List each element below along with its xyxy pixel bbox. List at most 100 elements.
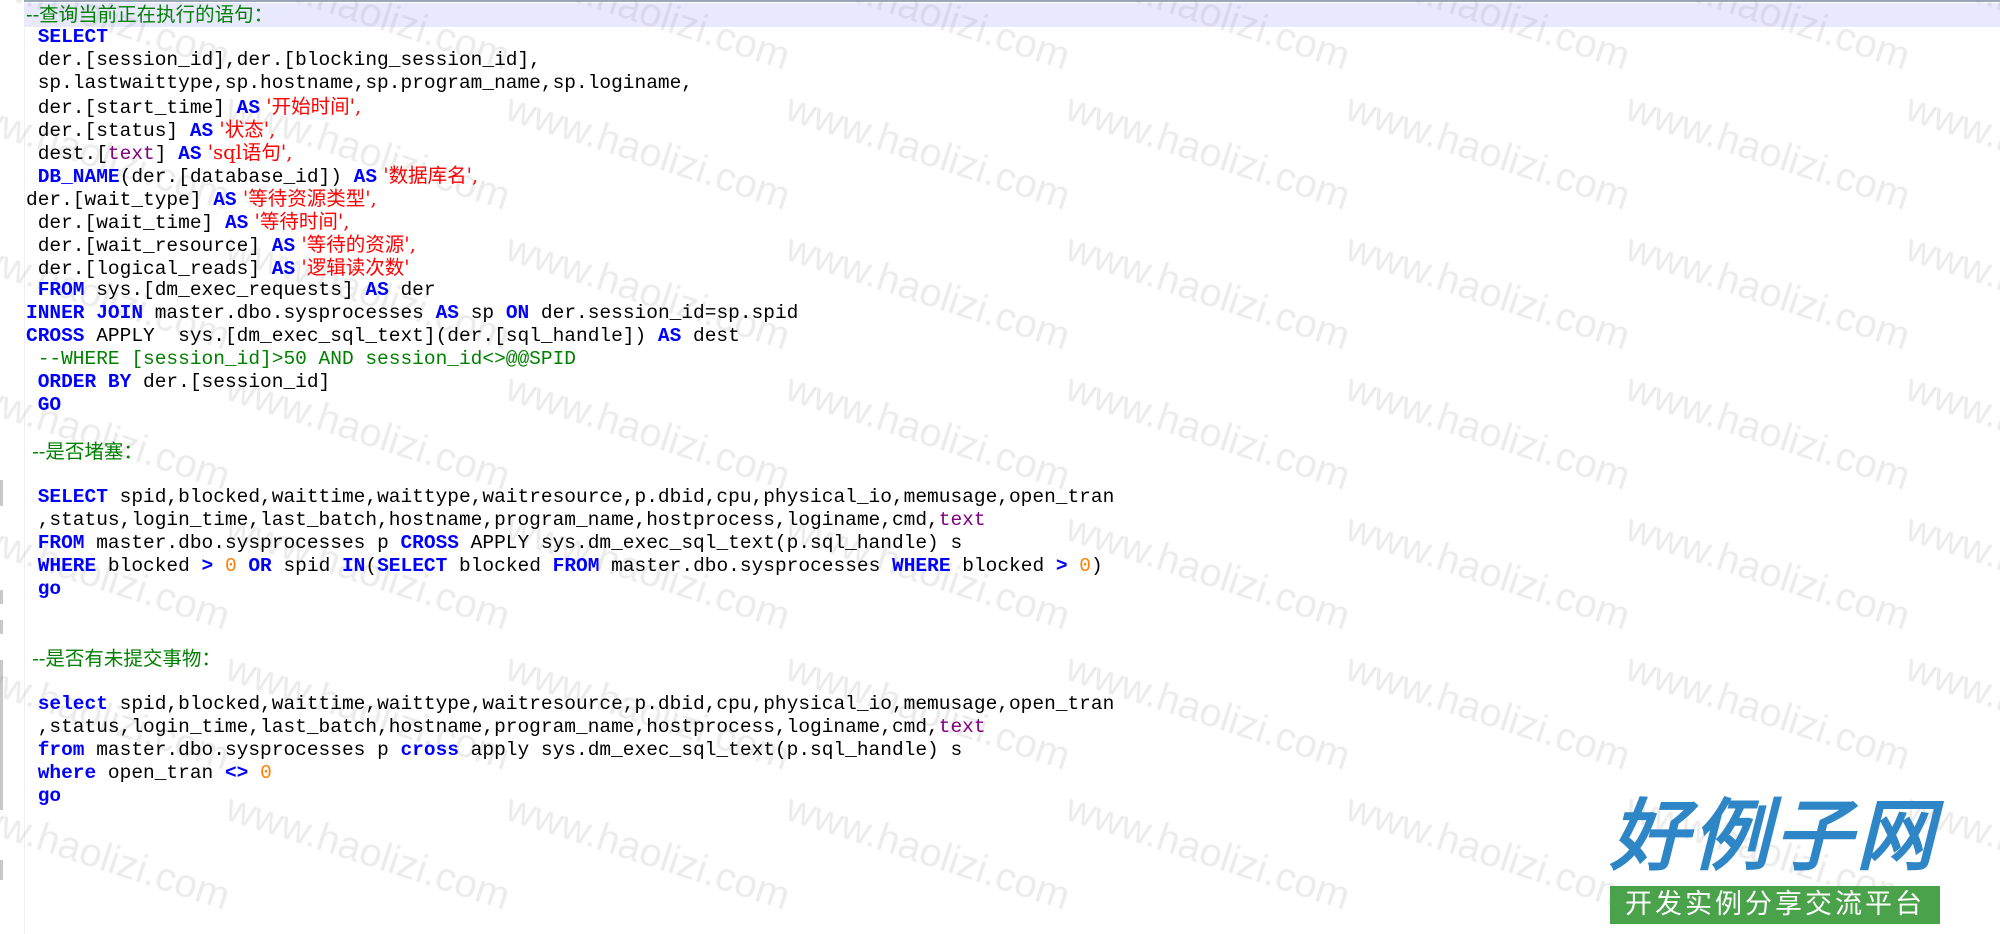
code-token: AS xyxy=(657,325,682,347)
code-token: der.[session_id] xyxy=(131,371,331,393)
watermark-text: www.haolizi.com xyxy=(1900,645,2000,779)
code-line[interactable]: --是否堵塞： xyxy=(26,440,143,463)
code-line[interactable]: go xyxy=(26,785,61,808)
code-line[interactable]: FROM sys.[dm_exec_requests] AS der xyxy=(26,279,436,302)
code-token: '数据库名', xyxy=(377,164,479,187)
code-line[interactable]: ORDER BY der.[session_id] xyxy=(26,371,331,394)
code-line[interactable]: WHERE blocked > 0 OR spid IN(SELECT bloc… xyxy=(26,555,1103,578)
logo-subtitle: 开发实例分享交流平台 xyxy=(1610,886,1940,924)
logo-title: 好例子网 xyxy=(1610,791,1939,882)
code-editor[interactable]: www.haolizi.com www.haolizi.com www.haoliz… xyxy=(0,0,2000,934)
code-token: text xyxy=(938,509,986,531)
code-token: text xyxy=(938,716,986,738)
code-token: <> xyxy=(224,762,249,784)
watermark-text: www.haolizi.com xyxy=(1620,85,1916,219)
code-token: spid,blocked,waittime,waittype,waitresou… xyxy=(107,486,1115,508)
code-token: '逻辑读次数' xyxy=(295,256,410,279)
watermark-text: www.haolizi.com xyxy=(1620,505,1916,639)
code-line[interactable]: ,status,login_time,last_batch,hostname,p… xyxy=(26,716,986,739)
code-token: apply sys.dm_exec_sql_text(p.sql_handle)… xyxy=(458,739,963,761)
code-line[interactable]: SELECT xyxy=(26,26,108,49)
code-line[interactable]: FROM master.dbo.sysprocesses p CROSS APP… xyxy=(26,532,962,555)
code-line[interactable]: DB_NAME(der.[database_id]) AS '数据库名', xyxy=(26,164,479,188)
code-line[interactable]: der.[start_time] AS '开始时间', xyxy=(26,95,362,119)
watermark-text: www.haolizi.com xyxy=(780,785,1076,919)
current-line-highlight xyxy=(24,3,2000,27)
code-token: go xyxy=(26,785,62,807)
watermark-text: www.haolizi.com xyxy=(500,785,796,919)
code-line[interactable]: CROSS APPLY sys.[dm_exec_sql_text](der.[… xyxy=(26,325,740,348)
code-line[interactable]: from master.dbo.sysprocesses p cross app… xyxy=(26,739,962,762)
code-line[interactable]: der.[status] AS '状态', xyxy=(26,118,276,142)
watermark-text: www.haolizi.com xyxy=(1620,365,1916,499)
code-line[interactable]: sp.lastwaittype,sp.hostname,sp.program_n… xyxy=(26,72,693,95)
code-token: ] xyxy=(154,143,179,165)
code-line[interactable]: --是否有未提交事物： xyxy=(26,647,221,670)
code-token: DB_NAME xyxy=(26,166,120,188)
code-line[interactable]: der.[wait_time] AS '等待时间', xyxy=(26,210,350,234)
code-token: spid xyxy=(271,555,342,577)
watermark-text: www.haolizi.com xyxy=(1340,225,1636,359)
code-token: APPLY sys.[dm_exec_sql_text](der.[sql_ha… xyxy=(84,325,658,347)
code-line[interactable]: GO xyxy=(26,394,61,417)
code-token: '等待资源类型', xyxy=(236,187,377,210)
code-line[interactable]: ,status,login_time,last_batch,hostname,p… xyxy=(26,509,986,532)
watermark-text: www.haolizi.com xyxy=(1340,505,1636,639)
code-token: AS xyxy=(435,302,459,324)
code-token: ON xyxy=(505,302,530,324)
code-token: (der.[database_id]) xyxy=(119,166,354,188)
code-token: AS xyxy=(353,166,378,188)
code-token: SELECT xyxy=(26,26,108,48)
code-token: GO xyxy=(26,394,62,416)
code-token: '开始时间', xyxy=(260,95,362,118)
code-token: --是否堵塞： xyxy=(26,440,143,463)
code-token: --查询当前正在执行的语句： xyxy=(26,3,274,26)
watermark-text: www.haolizi.com xyxy=(1060,85,1356,219)
code-token: der.[wait_resource] xyxy=(26,235,272,257)
code-token: ,status,login_time,last_batch,hostname,p… xyxy=(26,509,939,531)
code-line[interactable]: der.[session_id],der.[blocking_session_i… xyxy=(26,49,541,72)
code-line[interactable]: select spid,blocked,waittime,waittype,wa… xyxy=(26,693,1115,716)
code-line[interactable]: go xyxy=(26,578,61,601)
code-line[interactable]: der.[logical_reads] AS '逻辑读次数' xyxy=(26,256,410,280)
watermark-text: www.haolizi.com xyxy=(1340,365,1636,499)
editor-gutter xyxy=(0,0,25,934)
code-line[interactable]: INNER JOIN master.dbo.sysprocesses AS sp… xyxy=(26,302,798,325)
code-token: WHERE xyxy=(892,555,951,577)
code-token: der.[session_id],der.[blocking_session_i… xyxy=(26,49,541,71)
code-token: AS xyxy=(365,279,389,301)
code-token: sp xyxy=(459,302,506,324)
code-token: cross xyxy=(400,739,459,761)
gutter-marker xyxy=(0,590,3,604)
code-line[interactable]: --查询当前正在执行的语句： xyxy=(26,3,273,26)
code-token: --WHERE [session_id]>50 AND session_id<>… xyxy=(26,348,576,370)
code-token: master.dbo.sysprocesses xyxy=(143,302,436,324)
code-token: der.[wait_type] xyxy=(26,189,214,211)
code-token: go xyxy=(26,578,62,600)
code-token: master.dbo.sysprocesses p xyxy=(84,532,401,554)
code-token: dest.[ xyxy=(26,143,108,165)
watermark-text: www.haolizi.com xyxy=(500,365,796,499)
code-token: APPLY sys.dm_exec_sql_text(p.sql_handle)… xyxy=(458,532,963,554)
code-token: ) xyxy=(1090,555,1103,577)
code-token: blocked xyxy=(950,555,1056,577)
gutter-marker xyxy=(0,620,3,634)
watermark-text: www.haolizi.com xyxy=(1060,505,1356,639)
code-line[interactable]: where open_tran <> 0 xyxy=(26,762,272,785)
code-token: 'sql语句', xyxy=(201,141,293,164)
code-line[interactable]: der.[wait_resource] AS '等待的资源', xyxy=(26,233,416,257)
code-token: AS xyxy=(236,97,261,119)
watermark-text: www.haolizi.com xyxy=(1340,85,1636,219)
code-token: der.session_id=sp.spid xyxy=(529,302,799,324)
code-token: FROM xyxy=(26,532,85,554)
watermark-text: www.haolizi.com xyxy=(1900,505,2000,639)
code-token: text xyxy=(107,143,155,165)
code-token: spid,blocked,waittime,waittype,waitresou… xyxy=(107,693,1115,715)
code-token: ORDER BY xyxy=(26,371,132,393)
code-line[interactable]: dest.[text] AS 'sql语句', xyxy=(26,141,293,165)
code-line[interactable]: der.[wait_type] AS '等待资源类型', xyxy=(26,187,377,211)
code-line[interactable]: --WHERE [session_id]>50 AND session_id<>… xyxy=(26,348,576,371)
code-line[interactable]: SELECT spid,blocked,waittime,waittype,wa… xyxy=(26,486,1115,509)
gutter-marker xyxy=(0,660,3,700)
watermark-text: www.haolizi.com xyxy=(1340,645,1636,779)
